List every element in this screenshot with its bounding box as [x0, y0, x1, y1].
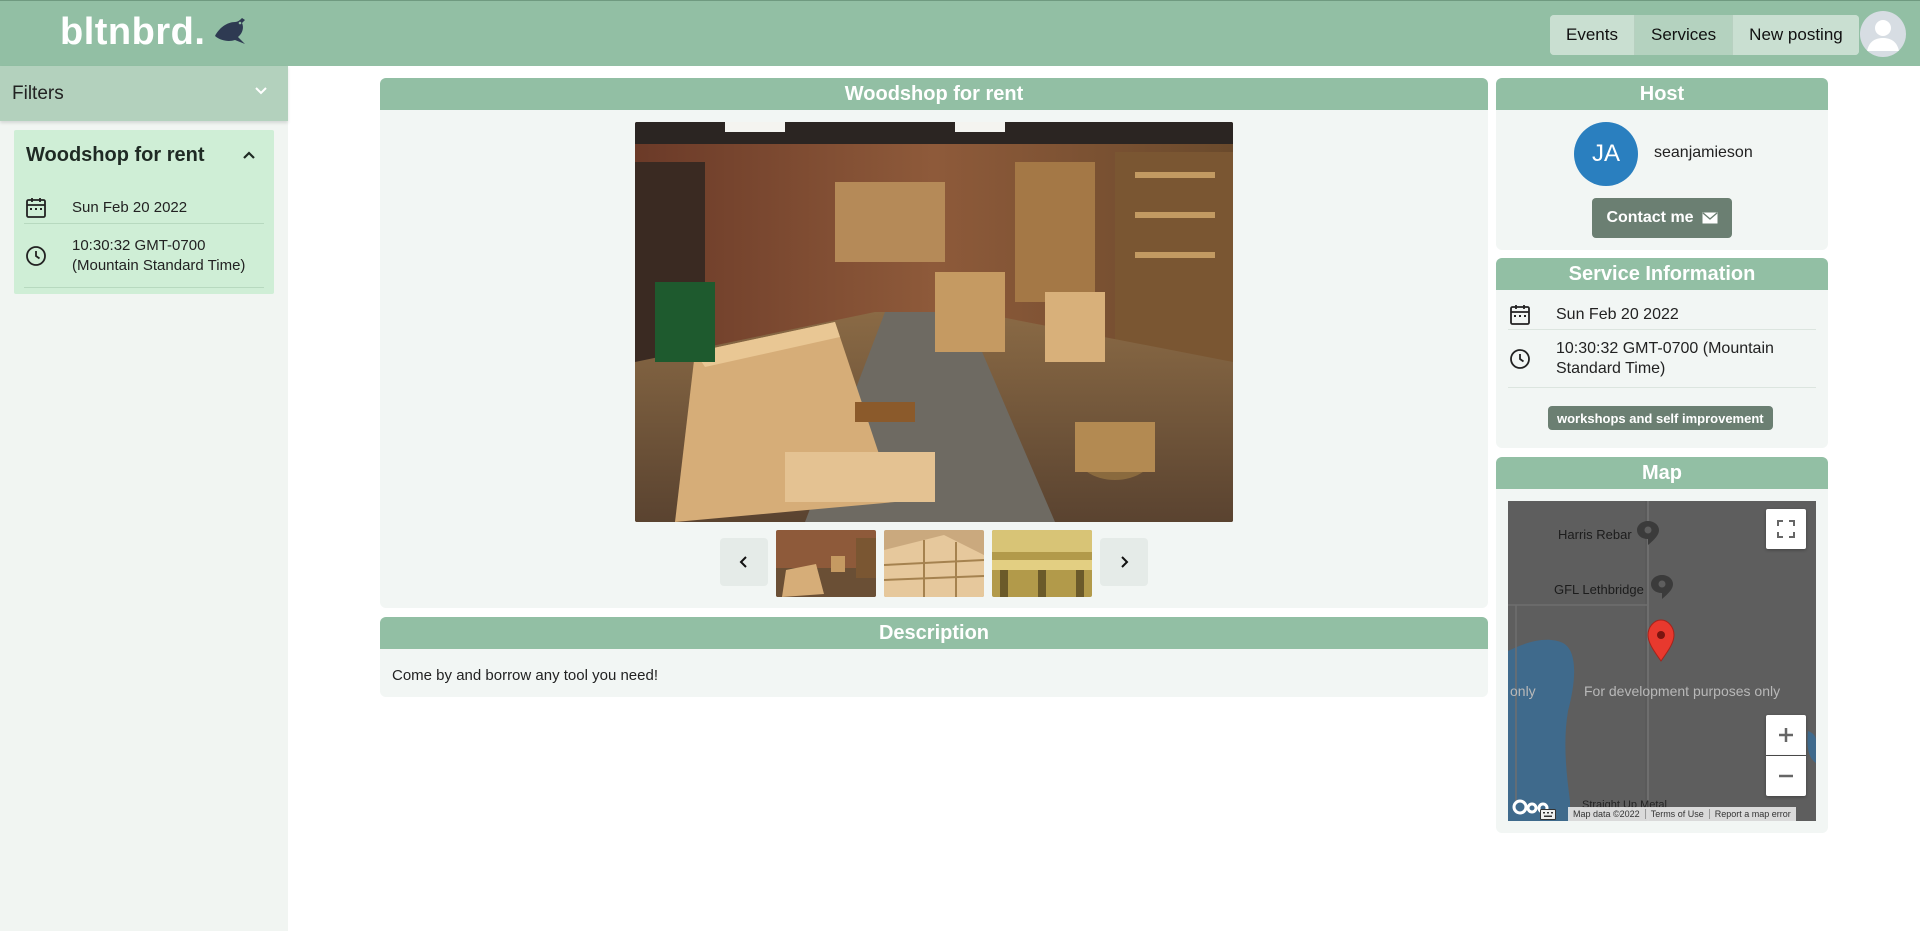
chevron-down-icon: [255, 87, 267, 95]
description-panel: Description Come by and borrow any tool …: [380, 617, 1488, 697]
map-report-link[interactable]: Report a map error: [1708, 809, 1796, 819]
host-avatar[interactable]: JA: [1574, 122, 1638, 186]
thumbnail-1[interactable]: [776, 530, 876, 597]
map-zoom-in-button[interactable]: [1766, 715, 1806, 755]
envelope-icon: [1702, 212, 1718, 224]
calendar-icon: [1510, 304, 1530, 325]
service-date: Sun Feb 20 2022: [1556, 305, 1679, 323]
host-initials: JA: [1591, 140, 1620, 167]
contact-label: Contact me: [1606, 209, 1694, 226]
next-image-button[interactable]: [1100, 538, 1148, 586]
filters-toggle[interactable]: Filters: [0, 66, 288, 121]
map-view[interactable]: Harris Rebar GFL Lethbridge Straight Up …: [1508, 501, 1816, 821]
gallery-panel: Woodshop for rent: [380, 78, 1488, 608]
service-date-row: Sun Feb 20 2022: [1508, 300, 1816, 330]
thumbnail-strip: [380, 530, 1488, 598]
minus-icon: [1779, 774, 1793, 778]
listing-card[interactable]: Woodshop for rent Sun Feb 20 2022 10:30:…: [14, 130, 274, 294]
service-info-title: Service Information: [1496, 258, 1828, 290]
host-panel: Host JA seanjamieson Contact me: [1496, 78, 1828, 250]
map-title: Map: [1496, 457, 1828, 489]
gallery-title: Woodshop for rent: [380, 78, 1488, 110]
map-label-harris-rebar[interactable]: Harris Rebar: [1558, 527, 1632, 542]
chevron-left-icon: [739, 556, 747, 568]
map-dev-watermark: For development purposes only: [1584, 683, 1781, 699]
listing-date: Sun Feb 20 2022: [72, 198, 188, 216]
service-time: 10:30:32 GMT-0700 (Mountain Standard Tim…: [1556, 339, 1774, 377]
thumbnail-2[interactable]: [884, 530, 984, 597]
woodshop-thumb-1: [776, 530, 876, 597]
keyboard-icon[interactable]: [1540, 809, 1556, 820]
map-footer: Map data ©2022 Terms of Use Report a map…: [1568, 807, 1796, 821]
logo-text: bltnbrd.: [60, 11, 206, 53]
nav-services[interactable]: Services: [1634, 15, 1734, 55]
sidebar: Filters Woodshop for rent Sun Feb 20 202…: [0, 66, 288, 931]
listing-time-row: 10:30:32 GMT-0700 (Mountain Standard Tim…: [24, 224, 264, 288]
calendar-icon: [26, 197, 46, 218]
fullscreen-icon: [1777, 520, 1795, 538]
chevron-up-icon[interactable]: [242, 150, 256, 160]
map-zoom-out-button[interactable]: [1766, 756, 1806, 796]
listing-date-row: Sun Feb 20 2022: [24, 192, 264, 224]
clock-icon: [26, 245, 46, 266]
prev-image-button[interactable]: [720, 538, 768, 586]
description-title: Description: [380, 617, 1488, 649]
listing-title: Woodshop for rent: [26, 144, 205, 166]
thumbnail-3[interactable]: [992, 530, 1092, 597]
service-time-row: 10:30:32 GMT-0700 (Mountain Standard Tim…: [1508, 330, 1816, 388]
map-label-gfl[interactable]: GFL Lethbridge: [1554, 582, 1644, 597]
user-avatar[interactable]: [1860, 11, 1906, 57]
description-text: Come by and borrow any tool you need!: [392, 667, 658, 684]
logo[interactable]: bltnbrd.: [60, 11, 249, 54]
wood-boxes-thumb: [884, 530, 984, 597]
filters-label: Filters: [12, 82, 64, 104]
woodshop-photo: [635, 122, 1233, 522]
contact-me-button[interactable]: Contact me: [1592, 198, 1732, 238]
map-data-credit: Map data ©2022: [1573, 809, 1640, 819]
map-fullscreen-button[interactable]: [1766, 509, 1806, 549]
map-panel: Map Harris Rebar GFL Lethbridge Straight…: [1496, 457, 1828, 833]
category-tag[interactable]: workshops and self improvement: [1548, 406, 1773, 430]
nav-menu: Events Services New posting: [1550, 15, 1859, 55]
clock-icon: [1510, 348, 1530, 369]
chevron-right-icon: [1121, 556, 1129, 568]
nav-new-posting[interactable]: New posting: [1733, 15, 1859, 55]
service-info-panel: Service Information Sun Feb 20 2022 10:3…: [1496, 258, 1828, 448]
host-title: Host: [1496, 78, 1828, 110]
main-photo[interactable]: [635, 122, 1233, 522]
listing-time: 10:30:32 GMT-0700 (Mountain Standard Tim…: [72, 236, 246, 274]
workbench-thumb: [992, 530, 1092, 597]
bird-logo-icon: [215, 17, 246, 44]
map-dev-watermark-left: only: [1510, 683, 1536, 699]
host-username[interactable]: seanjamieson: [1654, 144, 1753, 162]
user-icon: [1867, 20, 1899, 51]
map-terms-link[interactable]: Terms of Use: [1644, 809, 1709, 819]
top-navbar: bltnbrd. Events Services New posting: [0, 0, 1920, 66]
nav-events[interactable]: Events: [1550, 15, 1635, 55]
plus-icon: [1779, 728, 1793, 742]
